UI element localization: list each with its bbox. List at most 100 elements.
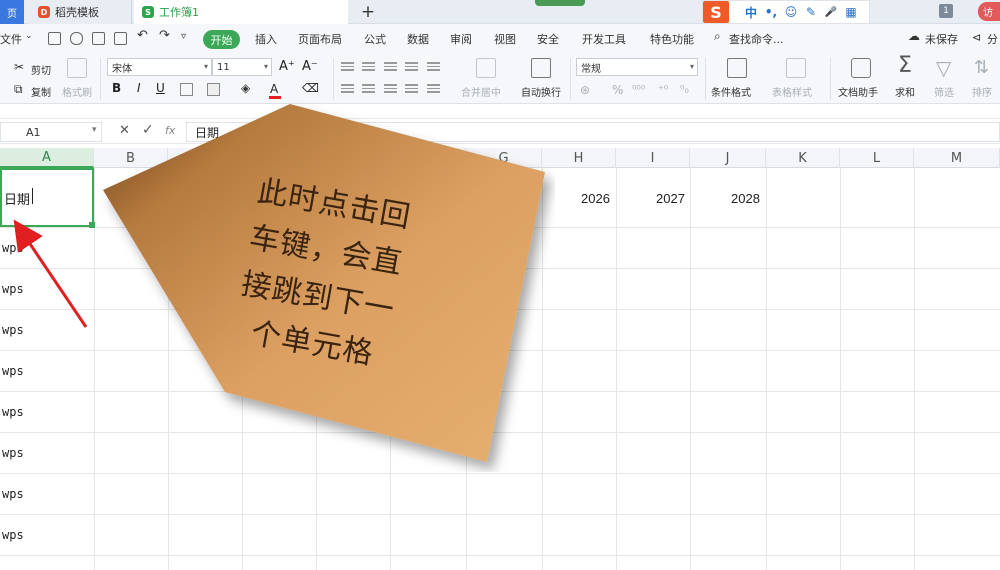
table-style-icon[interactable] [786, 58, 806, 78]
orientation-icon[interactable] [405, 62, 418, 73]
decrease-decimal-icon[interactable]: ⁰₀ [680, 83, 689, 96]
customize-toolbar-icon[interactable]: ▿ [181, 31, 186, 42]
cell-a6[interactable]: wps [2, 405, 24, 419]
menu-developer[interactable]: 开发工具 [582, 31, 626, 47]
save-icon[interactable] [48, 32, 61, 45]
menu-data[interactable]: 数据 [407, 31, 429, 47]
cut-button[interactable]: 剪切 [31, 62, 51, 77]
fill-color-icon[interactable] [207, 83, 220, 96]
ime-chinese-mode[interactable]: 中 [741, 1, 761, 23]
sogou-logo-icon[interactable]: S [703, 1, 729, 23]
distribute-icon[interactable] [427, 84, 440, 95]
share-icon[interactable]: ⊲ [972, 31, 981, 44]
menu-special-features[interactable]: 特色功能 [650, 31, 694, 47]
menu-insert[interactable]: 插入 [255, 31, 277, 47]
document-helper-icon[interactable] [851, 58, 871, 78]
cell-a8[interactable]: wps [2, 487, 24, 501]
copy-icon[interactable]: ⧉ [14, 82, 23, 97]
filter-button[interactable]: 筛选 [934, 84, 954, 99]
format-painter-button[interactable]: 格式刷 [62, 84, 92, 99]
tab-home[interactable]: 页 [0, 0, 24, 24]
border-icon[interactable] [180, 83, 193, 96]
column-header-i[interactable]: I [616, 148, 690, 168]
ime-punctuation-icon[interactable]: •, [761, 1, 781, 23]
print-icon[interactable] [92, 32, 105, 45]
column-header-k[interactable]: K [766, 148, 840, 168]
window-count-badge[interactable]: 1 [939, 4, 953, 18]
percent-button[interactable]: % [612, 83, 623, 97]
increase-decimal-icon[interactable]: ⁺⁰ [658, 83, 668, 96]
menu-file[interactable]: 文件 [0, 31, 22, 47]
command-search[interactable]: 查找命令... [729, 31, 784, 47]
menu-page-layout[interactable]: 页面布局 [298, 31, 342, 47]
name-box[interactable]: A1 [0, 122, 102, 142]
align-bottom-icon[interactable] [384, 62, 397, 73]
menu-start[interactable]: 开始 [203, 30, 240, 49]
justify-icon[interactable] [405, 84, 418, 95]
cell-h1[interactable]: 2026 [581, 191, 610, 206]
currency-icon[interactable]: ⊛ [580, 83, 590, 97]
eraser-icon[interactable]: ⌫ [302, 81, 319, 95]
number-format-select[interactable]: 常规 ▾ [576, 58, 698, 76]
menu-review[interactable]: 审阅 [450, 31, 472, 47]
document-helper-button[interactable]: 文档助手 [838, 84, 878, 99]
tab-docer-templates[interactable]: D 稻壳模板 [28, 0, 132, 24]
italic-button[interactable]: I [137, 81, 141, 95]
decrease-font-button[interactable]: A⁻ [302, 59, 318, 74]
font-size-select[interactable]: 11 ▾ [212, 58, 272, 76]
font-name-select[interactable]: 宋体 ▾ [107, 58, 212, 76]
menu-security[interactable]: 安全 [537, 31, 559, 47]
cell-j1[interactable]: 2028 [731, 191, 760, 206]
align-left-icon[interactable] [341, 84, 354, 95]
filter-icon[interactable]: ▽ [936, 56, 951, 80]
conditional-format-icon[interactable] [727, 58, 747, 78]
wrap-text-button[interactable]: 自动换行 [521, 84, 561, 99]
sort-button[interactable]: 排序 [972, 84, 992, 99]
column-header-a[interactable]: A [0, 148, 94, 168]
table-style-button[interactable]: 表格样式 [772, 84, 812, 99]
font-color-icon[interactable]: A [270, 82, 278, 96]
bold-button[interactable]: B [112, 81, 121, 95]
cell-a7[interactable]: wps [2, 446, 24, 460]
align-center-icon[interactable] [362, 84, 375, 95]
ime-grid-icon[interactable]: ▦ [841, 1, 861, 23]
align-right-icon[interactable] [384, 84, 397, 95]
thousands-icon[interactable]: ⁰⁰⁰ [632, 83, 645, 96]
ime-pen-icon[interactable]: ✎ [801, 1, 821, 23]
unsaved-status[interactable]: 未保存 [925, 31, 958, 47]
format-painter-icon[interactable] [67, 58, 87, 78]
copy-button[interactable]: 复制 [31, 84, 51, 99]
tab-workbook[interactable]: S 工作簿1 [134, 0, 348, 24]
chevron-down-icon[interactable]: ⌄ [25, 31, 33, 41]
visitor-login-button[interactable]: 访 [978, 2, 1000, 21]
new-tab-button[interactable]: + [358, 0, 378, 24]
redo-icon[interactable]: ↷ [159, 28, 170, 43]
cell-a9[interactable]: wps [2, 528, 24, 542]
column-header-l[interactable]: L [840, 148, 914, 168]
cell-a5[interactable]: wps [2, 364, 24, 378]
ime-emoji-icon[interactable]: ☺ [781, 1, 801, 23]
menu-formula[interactable]: 公式 [364, 31, 386, 47]
sum-icon[interactable]: Σ [898, 53, 912, 78]
undo-icon[interactable]: ↶ [137, 28, 148, 43]
sum-button[interactable]: 求和 [895, 84, 915, 99]
ime-toolbar[interactable]: S 中 •, ☺ ✎ 🎤 ▦ [702, 0, 870, 24]
align-top-icon[interactable] [341, 62, 354, 73]
conditional-format-button[interactable]: 条件格式 [711, 84, 751, 99]
indent-icon[interactable] [427, 62, 440, 73]
wrap-text-icon[interactable] [531, 58, 551, 78]
cell-i1[interactable]: 2027 [656, 191, 685, 206]
export-icon[interactable] [70, 32, 83, 45]
menu-view[interactable]: 视图 [494, 31, 516, 47]
ime-mic-icon[interactable]: 🎤 [821, 1, 841, 23]
share-button[interactable]: 分 [987, 31, 998, 47]
align-middle-icon[interactable] [362, 62, 375, 73]
column-header-j[interactable]: J [690, 148, 766, 168]
column-header-m[interactable]: M [914, 148, 1000, 168]
merge-center-icon[interactable] [476, 58, 496, 78]
paint-bucket-icon[interactable]: ◈ [241, 81, 250, 95]
increase-font-button[interactable]: A⁺ [279, 59, 295, 74]
print-preview-icon[interactable] [114, 32, 127, 45]
underline-button[interactable]: U [156, 81, 165, 95]
sort-icon[interactable]: ⇅ [974, 57, 989, 78]
